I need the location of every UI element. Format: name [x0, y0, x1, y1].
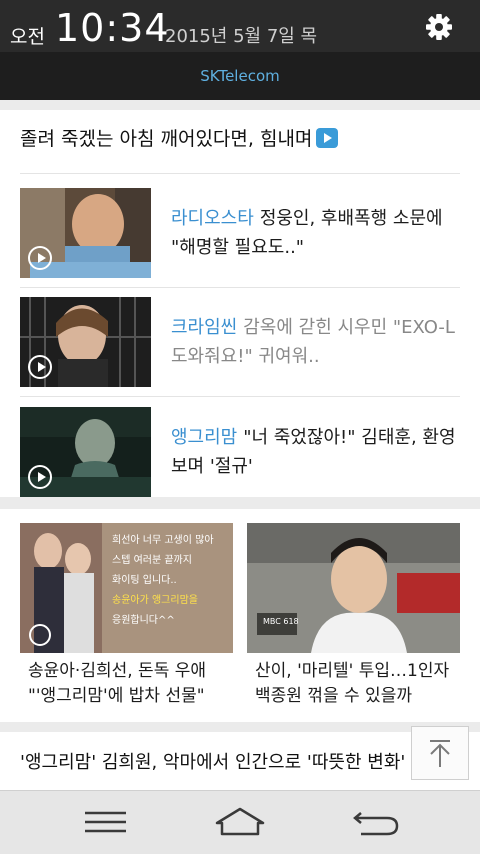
- video-list-item[interactable]: 크라임씬 감옥에 갇힌 시우민 "EXO-L 도와줘요!" 귀여워..: [20, 297, 460, 387]
- home-icon[interactable]: [210, 803, 270, 843]
- gallery-icon: [28, 621, 52, 645]
- clock-date: 2015년 5월 7일 목: [165, 26, 318, 47]
- arrow-up-icon: [430, 740, 450, 767]
- video-thumbnail: [20, 407, 151, 497]
- status-bar: 오전 10:34 2015년 5월 7일 목: [0, 0, 480, 52]
- news-headline: '앵그리맘' 김희원, 악마에서 인간으로 '따뜻한 변화': [20, 752, 406, 773]
- video-list-item[interactable]: 라디오스타 정웅인, 후배폭행 소문에 "해명할 필요도..": [20, 188, 460, 278]
- video-item-text: 크라임씬 감옥에 갇힌 시우민 "EXO-L 도와줘요!" 귀여워..: [171, 313, 461, 371]
- menu-icon[interactable]: [75, 803, 135, 843]
- video-category: 크라임씬: [171, 317, 238, 338]
- text-news-card[interactable]: '앵그리맘' 김희원, 악마에서 인간으로 '따뜻한 변화': [0, 732, 480, 790]
- card-headline[interactable]: 졸려 죽겠는 아침 깨어있다면, 힘내며: [20, 124, 339, 151]
- grid-thumbnail: 희선아 너무 고생이 많아 스텝 여러분 끝까지 화이팅 입니다.. 송윤아가 …: [20, 523, 233, 653]
- divider: [20, 173, 460, 174]
- video-thumbnail: [20, 188, 151, 278]
- grid-caption: 송윤아·김희선, 돈독 우애 "'앵그리맘'에 밥차 선물": [28, 661, 207, 706]
- grid-caption: 산이, '마리텔' 투입…1인자 백종원 꺾을 수 있을까: [255, 661, 450, 706]
- video-item-text: 앵그리맘 "너 죽었잖아!" 김태훈, 환영 보며 '절규': [171, 423, 461, 481]
- clock-ampm: 오전: [10, 26, 45, 48]
- grid-thumbnail: MBC 618: [247, 523, 460, 653]
- video-thumbnail: [20, 297, 151, 387]
- divider: [20, 396, 460, 397]
- play-circle-icon: [28, 246, 52, 270]
- navigation-bar: [0, 790, 480, 854]
- video-item-text: 라디오스타 정웅인, 후배폭행 소문에 "해명할 필요도..": [171, 204, 461, 262]
- overlay-caption: 희선아 너무 고생이 많아 스텝 여러분 끝까지 화이팅 입니다.. 송윤아가 …: [112, 535, 214, 626]
- play-circle-icon: [28, 355, 52, 379]
- divider: [20, 287, 460, 288]
- play-badge-icon: [316, 128, 339, 148]
- grid-item[interactable]: MBC 618 산이, '마리텔' 투입…1인자 백종원 꺾을 수 있을까: [247, 523, 460, 709]
- carrier-label: SKTelecom: [0, 52, 480, 100]
- video-category: 라디오스타: [171, 208, 254, 229]
- overlay-badge: MBC 618: [263, 617, 299, 626]
- scroll-top-button[interactable]: [411, 726, 469, 780]
- photo-news-card: 희선아 너무 고생이 많아 스텝 여러분 끝까지 화이팅 입니다.. 송윤아가 …: [0, 509, 480, 722]
- video-news-card: 졸려 죽겠는 아침 깨어있다면, 힘내며 라디오스타 정웅인, 후배폭행 소문에 …: [0, 110, 480, 497]
- back-icon[interactable]: [345, 803, 405, 843]
- news-feed[interactable]: 졸려 죽겠는 아침 깨어있다면, 힘내며 라디오스타 정웅인, 후배폭행 소문에 …: [0, 100, 480, 790]
- grid-item[interactable]: 희선아 너무 고생이 많아 스텝 여러분 끝까지 화이팅 입니다.. 송윤아가 …: [20, 523, 233, 709]
- play-circle-icon: [28, 465, 52, 489]
- gear-icon[interactable]: [422, 10, 456, 44]
- card-headline-text: 졸려 죽겠는 아침 깨어있다면, 힘내며: [20, 128, 313, 150]
- video-category: 앵그리맘: [171, 427, 238, 448]
- video-list-item[interactable]: 앵그리맘 "너 죽었잖아!" 김태훈, 환영 보며 '절규': [20, 407, 460, 497]
- clock-time: 10:34: [55, 6, 170, 50]
